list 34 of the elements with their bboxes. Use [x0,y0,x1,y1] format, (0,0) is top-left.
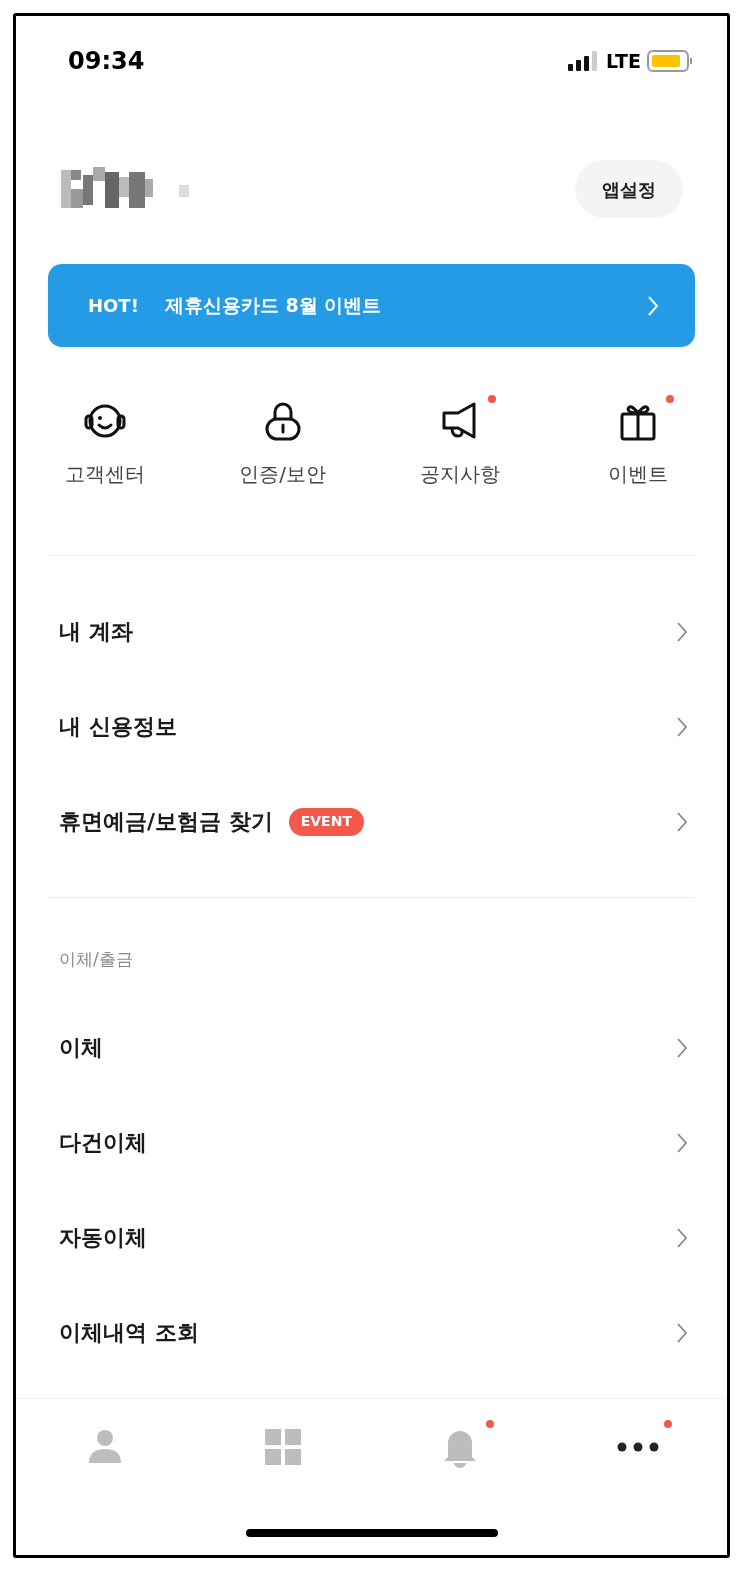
menu-item[interactable]: 이체내역 조회 [48,1285,695,1380]
menu-label: 이체 [59,1034,103,1062]
menu-item[interactable]: 내 신용정보 [48,679,695,774]
banner-title: 제휴신용카드 8월 이벤트 [164,293,383,319]
menu-item[interactable]: 휴면예금/보험금 찾기 EVENT [48,774,695,869]
menu-item[interactable]: 자동이체 [48,1190,695,1285]
chevron-right-icon [676,810,688,833]
menu-item[interactable]: 다건이체 [48,1095,695,1190]
chevron-right-icon [676,620,688,643]
event-tag: EVENT [288,807,364,836]
chevron-right-icon [676,1321,688,1344]
chevron-right-icon [676,1226,688,1249]
network-label: LTE [606,48,641,74]
menu-label: 내 계좌 [59,618,133,646]
menu-item[interactable]: 이체 [48,1000,695,1095]
menu-label: 다건이체 [59,1129,147,1157]
menu-label: 휴면예금/보험금 찾기 [59,808,273,836]
app-settings-button[interactable]: 앱설정 [575,160,683,218]
quick-action-label[interactable]: 공지사항 [420,459,501,489]
menu-item[interactable]: 내 계좌 [48,584,695,679]
menu-label: 자동이체 [59,1224,147,1252]
chevron-right-icon [647,294,659,317]
hot-label: HOT! [88,294,139,318]
chevron-right-icon [676,715,688,738]
menu-label: 내 신용정보 [59,713,177,741]
quick-action-label[interactable]: 인증/보안 [239,459,326,489]
chevron-right-icon [676,1131,688,1154]
battery-icon [647,50,693,72]
quick-action-label[interactable]: 고객센터 [64,459,145,489]
section-header: 이체/출금 [59,948,133,972]
menu-label: 이체내역 조회 [59,1319,199,1347]
status-time: 09:34 [68,46,145,77]
quick-action-label[interactable]: 이벤트 [608,459,669,489]
chevron-right-icon [676,1036,688,1059]
